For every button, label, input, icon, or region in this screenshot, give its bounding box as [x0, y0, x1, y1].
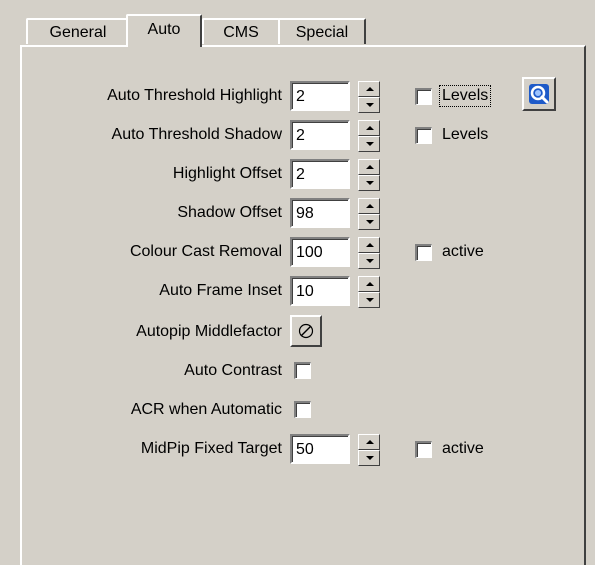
row-auto-threshold-shadow: Auto Threshold Shadow 2 Levels	[22, 118, 582, 152]
row-auto-frame-inset: Auto Frame Inset 10	[22, 274, 582, 308]
highlight-offset-input[interactable]: 2	[290, 159, 350, 189]
acr-when-automatic-label: ACR when Automatic	[130, 401, 282, 418]
auto-threshold-highlight-spinner	[358, 81, 380, 113]
autopip-middlefactor-button[interactable]	[290, 315, 322, 347]
colour-cast-removal-spinner	[358, 237, 380, 269]
highlight-offset-spin-up[interactable]	[358, 159, 380, 175]
row-auto-contrast: Auto Contrast	[22, 354, 582, 388]
shadow-offset-spin-down[interactable]	[358, 214, 380, 230]
midpip-fixed-target-spinner	[358, 434, 380, 466]
midpip-fixed-target-spin-down[interactable]	[358, 450, 380, 466]
tab-cms[interactable]: CMS	[202, 18, 280, 44]
tab-strip: General CMS Special Auto	[20, 14, 580, 47]
tab-auto[interactable]: Auto	[126, 14, 202, 47]
auto-threshold-shadow-spin-up[interactable]	[358, 120, 380, 136]
auto-threshold-highlight-input[interactable]: 2	[290, 81, 350, 111]
shadow-offset-input[interactable]: 98	[290, 198, 350, 228]
tab-special[interactable]: Special	[278, 18, 366, 44]
tab-auto-label: Auto	[147, 21, 181, 38]
tab-general[interactable]: General	[26, 18, 130, 44]
shadow-offset-spinner	[358, 198, 380, 230]
row-auto-threshold-highlight: Auto Threshold Highlight 2 Levels	[22, 77, 582, 113]
colour-cast-removal-spin-down[interactable]	[358, 253, 380, 269]
auto-frame-inset-label: Auto Frame Inset	[159, 282, 282, 299]
colour-cast-removal-input[interactable]: 100	[290, 237, 350, 267]
shadow-offset-spin-up[interactable]	[358, 198, 380, 214]
auto-settings-panel: Auto Threshold Highlight 2 Levels Auto T…	[20, 45, 586, 565]
midpip-fixed-target-active-checkbox[interactable]	[415, 441, 432, 458]
pipette-icon	[298, 323, 314, 339]
auto-threshold-shadow-levels-label[interactable]: Levels	[442, 126, 488, 144]
highlight-offset-spinner	[358, 159, 380, 191]
highlight-offset-label: Highlight Offset	[172, 165, 282, 182]
auto-threshold-shadow-spinner	[358, 120, 380, 152]
auto-threshold-highlight-levels-checkbox[interactable]	[415, 88, 432, 105]
tab-special-label: Special	[295, 24, 349, 41]
colour-cast-removal-active-label[interactable]: active	[442, 243, 484, 261]
auto-threshold-shadow-levels-checkbox[interactable]	[415, 127, 432, 144]
row-autopip-middlefactor: Autopip Middlefactor	[22, 315, 582, 349]
midpip-fixed-target-label: MidPip Fixed Target	[140, 440, 282, 457]
auto-threshold-highlight-label: Auto Threshold Highlight	[107, 87, 282, 104]
row-shadow-offset: Shadow Offset 98	[22, 196, 582, 230]
tab-cms-label: CMS	[223, 24, 259, 41]
autopip-middlefactor-label: Autopip Middlefactor	[136, 323, 282, 340]
auto-threshold-highlight-levels-label[interactable]: Levels	[438, 85, 492, 107]
tab-general-label: General	[49, 24, 107, 41]
levels-magnifier-icon	[529, 84, 549, 104]
colour-cast-removal-active-checkbox[interactable]	[415, 244, 432, 261]
auto-threshold-highlight-spin-up[interactable]	[358, 81, 380, 97]
auto-contrast-label: Auto Contrast	[184, 362, 282, 379]
auto-frame-inset-spin-down[interactable]	[358, 292, 380, 308]
row-highlight-offset: Highlight Offset 2	[22, 157, 582, 191]
midpip-fixed-target-active-label[interactable]: active	[442, 440, 484, 458]
levels-tool-button[interactable]	[522, 77, 556, 111]
highlight-offset-spin-down[interactable]	[358, 175, 380, 191]
auto-threshold-shadow-input[interactable]: 2	[290, 120, 350, 150]
auto-contrast-checkbox[interactable]	[294, 362, 311, 379]
auto-frame-inset-input[interactable]: 10	[290, 276, 350, 306]
auto-threshold-shadow-label: Auto Threshold Shadow	[111, 126, 282, 143]
row-colour-cast-removal: Colour Cast Removal 100 active	[22, 235, 582, 269]
row-acr-when-automatic: ACR when Automatic	[22, 393, 582, 427]
row-midpip-fixed-target: MidPip Fixed Target 50 active	[22, 432, 582, 466]
auto-frame-inset-spinner	[358, 276, 380, 308]
shadow-offset-label: Shadow Offset	[177, 204, 282, 221]
colour-cast-removal-label: Colour Cast Removal	[129, 243, 282, 260]
auto-threshold-highlight-spin-down[interactable]	[358, 97, 380, 113]
midpip-fixed-target-input[interactable]: 50	[290, 434, 350, 464]
colour-cast-removal-spin-up[interactable]	[358, 237, 380, 253]
acr-when-automatic-checkbox[interactable]	[294, 401, 311, 418]
auto-threshold-shadow-spin-down[interactable]	[358, 136, 380, 152]
midpip-fixed-target-spin-up[interactable]	[358, 434, 380, 450]
auto-frame-inset-spin-up[interactable]	[358, 276, 380, 292]
